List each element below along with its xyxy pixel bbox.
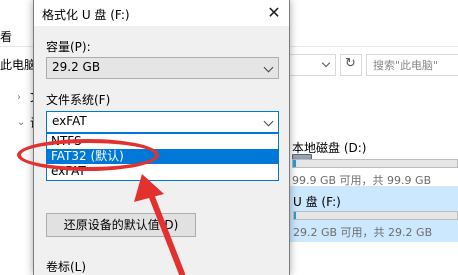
annotation-ellipse bbox=[17, 139, 159, 171]
ribbon-tab-view[interactable]: 看 bbox=[0, 28, 12, 45]
refresh-button[interactable]: ↻ bbox=[340, 54, 362, 76]
filesystem-select[interactable]: exFAT bbox=[46, 111, 279, 133]
arrow-head bbox=[134, 174, 164, 202]
search-input[interactable]: 搜索"此电脑" bbox=[373, 57, 438, 73]
refresh-icon: ↻ bbox=[345, 56, 356, 71]
capacity-value: 29.2 GB bbox=[52, 60, 101, 74]
drive-f-space: 29.2 GB 可用，共 29.2 GB bbox=[293, 226, 433, 239]
breadcrumb[interactable]: 此电脑 bbox=[0, 56, 36, 73]
dialog-title: 格式化 U 盘 (F:) bbox=[42, 8, 130, 22]
tree-collapse-arrow-icon[interactable]: ⌄ bbox=[17, 117, 25, 128]
arrow-shaft bbox=[147, 189, 185, 275]
chevron-down-icon bbox=[263, 116, 274, 127]
chevron-down-icon bbox=[321, 58, 331, 68]
filesystem-value: exFAT bbox=[52, 114, 87, 128]
dialog-titlebar: 格式化 U 盘 (F:) ✕ bbox=[34, 0, 289, 26]
close-button[interactable]: ✕ bbox=[265, 4, 283, 22]
drive-f-name: U 盘 (F:) bbox=[293, 195, 341, 209]
chevron-down-icon bbox=[263, 62, 274, 73]
volume-label: 卷标(L) bbox=[46, 260, 87, 274]
address-bar-dropdown[interactable] bbox=[286, 54, 336, 76]
annotation-arrow-icon bbox=[134, 174, 185, 275]
search-box[interactable]: 搜索"此电脑" bbox=[366, 54, 458, 76]
usage-fill bbox=[294, 212, 296, 219]
drive-d-usage-bar bbox=[292, 159, 458, 168]
capacity-label: 容量(P): bbox=[46, 40, 91, 54]
capacity-select[interactable]: 29.2 GB bbox=[46, 57, 279, 79]
drive-f-usage-bar bbox=[293, 211, 458, 220]
usage-fill bbox=[293, 160, 297, 167]
tree-expand-arrow-icon[interactable]: › bbox=[17, 92, 21, 103]
filesystem-label: 文件系统(F) bbox=[46, 93, 111, 107]
